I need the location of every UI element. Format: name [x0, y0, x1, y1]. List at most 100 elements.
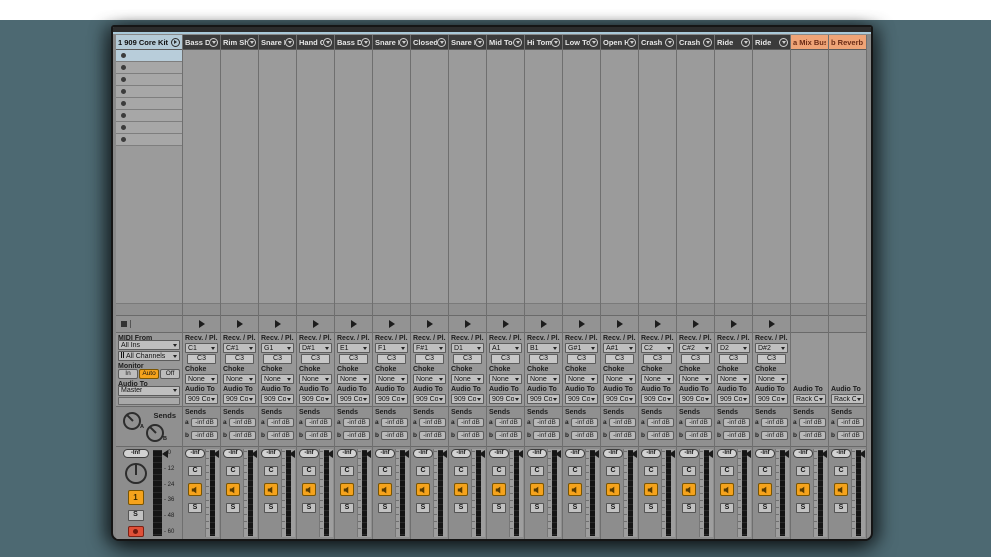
clip-stop-icon[interactable] — [121, 65, 126, 70]
chain-activator-button[interactable] — [492, 483, 506, 496]
chain-volume-display[interactable]: -Inf — [337, 449, 357, 458]
audio-to-dropdown[interactable]: 909 Con — [299, 394, 332, 404]
chain-solo-button[interactable]: S — [302, 503, 316, 513]
fader-handle[interactable] — [441, 450, 447, 458]
chevron-down-icon[interactable] — [399, 38, 408, 47]
chevron-down-icon[interactable] — [437, 38, 446, 47]
send-a-amount[interactable]: -inf dB — [761, 418, 788, 427]
fader-handle[interactable] — [162, 450, 168, 458]
chain-volume-display[interactable]: -Inf — [565, 449, 585, 458]
return-activator-button[interactable] — [834, 483, 848, 496]
chain-pan-box[interactable]: C — [188, 466, 202, 476]
clip-slot[interactable] — [116, 50, 182, 62]
chain-pan-box[interactable]: C — [758, 466, 772, 476]
play-icon[interactable] — [617, 320, 623, 328]
return-pan-box[interactable]: C — [796, 466, 810, 476]
audio-to-dropdown[interactable]: Master — [118, 386, 180, 396]
send-a-amount[interactable]: -inf dB — [267, 418, 294, 427]
chain-fader-area[interactable] — [623, 449, 637, 537]
clip-slot[interactable] — [116, 98, 182, 110]
chain-activator-button[interactable] — [188, 483, 202, 496]
send-b-amount[interactable]: -inf dB — [381, 431, 408, 440]
play-icon[interactable] — [351, 320, 357, 328]
chain-solo-button[interactable]: S — [568, 503, 582, 513]
choke-dropdown[interactable]: None — [717, 374, 750, 384]
audio-to-dropdown[interactable]: 909 Con — [185, 394, 218, 404]
choke-dropdown[interactable]: None — [603, 374, 636, 384]
choke-dropdown[interactable]: None — [451, 374, 484, 384]
choke-dropdown[interactable]: None — [641, 374, 674, 384]
audio-to-dropdown[interactable]: 909 Con — [717, 394, 750, 404]
monitor-auto-button[interactable]: Auto — [139, 369, 159, 379]
send-a-amount[interactable]: -inf dB — [799, 418, 826, 427]
chain-header[interactable]: Crash — [639, 35, 676, 50]
send-a-amount[interactable]: -inf dB — [723, 418, 750, 427]
fader-handle[interactable] — [859, 450, 865, 458]
send-a-amount[interactable]: -inf dB — [685, 418, 712, 427]
chain-activator-button[interactable] — [720, 483, 734, 496]
chain-pan-box[interactable]: C — [378, 466, 392, 476]
chain-volume-display[interactable]: -Inf — [261, 449, 281, 458]
chain-pan-box[interactable]: C — [606, 466, 620, 476]
chain-solo-button[interactable]: S — [758, 503, 772, 513]
fader-handle[interactable] — [707, 450, 713, 458]
send-b-amount[interactable]: -inf dB — [229, 431, 256, 440]
play-icon[interactable] — [275, 320, 281, 328]
send-b-amount[interactable]: -inf dB — [419, 431, 446, 440]
return-volume-display[interactable]: -Inf — [831, 449, 851, 458]
chain-solo-button[interactable]: S — [378, 503, 392, 513]
return-activator-button[interactable] — [796, 483, 810, 496]
choke-dropdown[interactable]: None — [489, 374, 522, 384]
chain-activator-button[interactable] — [378, 483, 392, 496]
play-key-box[interactable]: C3 — [225, 354, 254, 364]
fader-handle[interactable] — [593, 450, 599, 458]
clip-stop-icon[interactable] — [121, 89, 126, 94]
play-key-box[interactable]: C3 — [301, 354, 330, 364]
send-b-knob[interactable]: B — [146, 424, 164, 442]
chain-activator-button[interactable] — [568, 483, 582, 496]
monitor-off-button[interactable]: Off — [160, 369, 180, 379]
send-b-amount[interactable]: -inf dB — [343, 431, 370, 440]
chain-pan-box[interactable]: C — [644, 466, 658, 476]
send-b-amount[interactable]: -inf dB — [457, 431, 484, 440]
chain-volume-display[interactable]: -Inf — [679, 449, 699, 458]
choke-dropdown[interactable]: None — [185, 374, 218, 384]
chain-header[interactable]: Open H — [601, 35, 638, 50]
fader-handle[interactable] — [403, 450, 409, 458]
chain-volume-display[interactable]: -Inf — [717, 449, 737, 458]
choke-dropdown[interactable]: None — [413, 374, 446, 384]
fader-handle[interactable] — [327, 450, 333, 458]
chain-header[interactable]: Low To — [563, 35, 600, 50]
send-a-amount[interactable]: -inf dB — [837, 418, 864, 427]
return-fader-area[interactable] — [813, 449, 827, 537]
choke-dropdown[interactable]: None — [337, 374, 370, 384]
chain-fader-area[interactable] — [433, 449, 447, 537]
clip-stop-icon[interactable] — [121, 137, 126, 142]
receive-note-dropdown[interactable]: G1 — [261, 343, 294, 353]
chain-pan-box[interactable]: C — [302, 466, 316, 476]
choke-dropdown[interactable]: None — [299, 374, 332, 384]
chain-activator-button[interactable] — [682, 483, 696, 496]
play-key-box[interactable]: C3 — [415, 354, 444, 364]
play-icon[interactable] — [389, 320, 395, 328]
track-activator-button[interactable]: 1 — [128, 490, 144, 505]
play-icon[interactable] — [199, 320, 205, 328]
solo-button[interactable]: S — [128, 510, 144, 521]
chain-header[interactable]: Rim Sh — [221, 35, 258, 50]
chain-fader-area[interactable] — [357, 449, 371, 537]
chain-fader-area[interactable] — [243, 449, 257, 537]
receive-note-dropdown[interactable]: D#2 — [755, 343, 788, 353]
audio-to-dropdown[interactable]: 909 Con — [451, 394, 484, 404]
chain-solo-button[interactable]: S — [644, 503, 658, 513]
send-a-amount[interactable]: -inf dB — [495, 418, 522, 427]
chain-activator-button[interactable] — [226, 483, 240, 496]
fader-handle[interactable] — [669, 450, 675, 458]
chain-volume-display[interactable]: -Inf — [223, 449, 243, 458]
chain-volume-display[interactable]: -Inf — [527, 449, 547, 458]
play-icon[interactable] — [731, 320, 737, 328]
chevron-down-icon[interactable] — [513, 38, 522, 47]
chain-volume-display[interactable]: -Inf — [413, 449, 433, 458]
fader-handle[interactable] — [213, 450, 219, 458]
chain-pan-box[interactable]: C — [492, 466, 506, 476]
chevron-down-icon[interactable] — [285, 38, 294, 47]
